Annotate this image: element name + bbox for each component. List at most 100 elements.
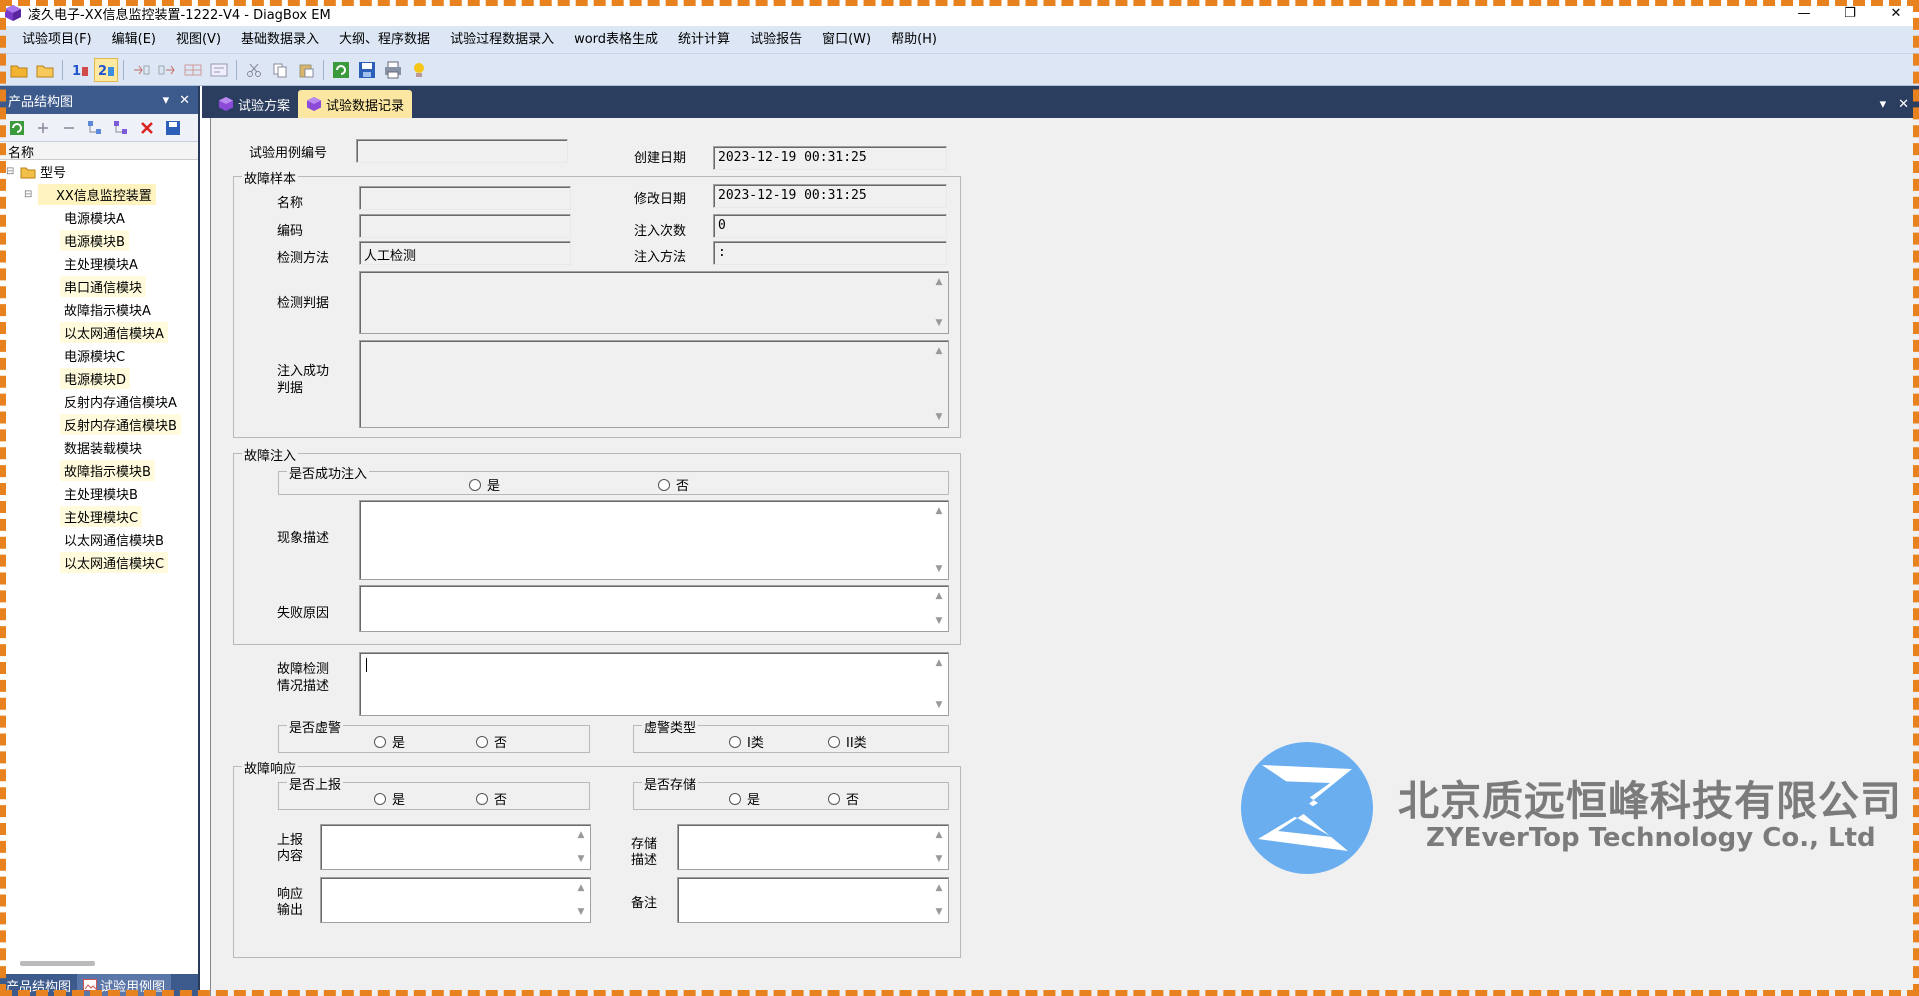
vertical-scrollbar[interactable]: ▲ ▼ xyxy=(931,587,947,630)
vertical-scrollbar[interactable]: ▲ ▼ xyxy=(573,826,589,868)
paste-icon[interactable] xyxy=(294,58,318,82)
radio-button[interactable] xyxy=(729,735,741,748)
radio-button[interactable] xyxy=(828,735,840,748)
tree-node-module[interactable]: 电源模块B xyxy=(0,229,198,252)
close-button[interactable]: ✕ xyxy=(1873,0,1919,26)
radio-button[interactable] xyxy=(729,792,741,805)
menu-statistics[interactable]: 统计计算 xyxy=(668,26,740,54)
save-icon[interactable] xyxy=(355,58,379,82)
tree-node-device[interactable]: ⊟ XX信息监控装置 xyxy=(0,183,198,206)
minimize-button[interactable]: — xyxy=(1781,0,1827,26)
refresh-icon[interactable] xyxy=(5,116,29,140)
tree-node-module[interactable]: 故障指示模块B xyxy=(0,459,198,482)
inject-success-textarea[interactable]: ▲ ▼ xyxy=(359,340,949,428)
store-desc-textarea[interactable]: ▲ ▼ xyxy=(677,824,949,870)
dropdown-icon[interactable]: ▾ xyxy=(163,93,170,108)
tab-close-icon[interactable]: ✕ xyxy=(1898,97,1909,112)
lightbulb-icon[interactable] xyxy=(407,58,431,82)
menu-help[interactable]: 帮助(H) xyxy=(881,26,947,54)
report-yes-radio[interactable]: 是 xyxy=(374,789,405,808)
insert-after-icon[interactable] xyxy=(155,58,179,82)
menu-window[interactable]: 窗口(W) xyxy=(812,26,881,54)
inject-success-yes-radio[interactable]: 是 xyxy=(469,475,500,494)
remark-textarea[interactable]: ▲ ▼ xyxy=(677,877,949,923)
detect-method-field[interactable]: 人工检测 xyxy=(359,241,571,265)
view-one-icon[interactable]: 1 xyxy=(68,58,92,82)
tree-node-module[interactable]: 串口通信模块 xyxy=(0,275,198,298)
inject-success-no-radio[interactable]: 否 xyxy=(658,475,689,494)
name-field[interactable] xyxy=(359,186,571,210)
refresh-icon[interactable] xyxy=(329,58,353,82)
vertical-scrollbar[interactable]: ▲ ▼ xyxy=(931,342,947,426)
cut-icon[interactable] xyxy=(242,58,266,82)
view-two-icon[interactable]: 2 xyxy=(94,57,118,82)
menu-test-report[interactable]: 试验报告 xyxy=(740,26,812,54)
store-yes-radio[interactable]: 是 xyxy=(729,789,760,808)
detect-criteria-textarea[interactable]: ▲ ▼ xyxy=(359,271,949,334)
table-icon[interactable] xyxy=(181,58,205,82)
modify-date-field[interactable]: 2023-12-19 00:31:25 xyxy=(713,184,947,208)
restore-button[interactable]: ❐ xyxy=(1827,0,1873,26)
tree-node-module[interactable]: 电源模块A xyxy=(0,206,198,229)
form-icon[interactable] xyxy=(207,58,231,82)
tree-node-module[interactable]: 主处理模块C xyxy=(0,505,198,528)
menu-basic-data[interactable]: 基础数据录入 xyxy=(231,26,329,54)
vertical-scrollbar[interactable]: ▲ ▼ xyxy=(931,654,947,714)
radio-button[interactable] xyxy=(374,792,386,805)
tab-product-structure[interactable]: 产品结构图 xyxy=(0,974,77,996)
tree-node-module[interactable]: 主处理模块B xyxy=(0,482,198,505)
radio-button[interactable] xyxy=(469,478,481,491)
tab-list-dropdown-icon[interactable]: ▾ xyxy=(1880,97,1887,112)
save-icon[interactable] xyxy=(161,116,185,140)
radio-button[interactable] xyxy=(658,478,670,491)
fail-reason-textarea[interactable]: ▲ ▼ xyxy=(359,585,949,632)
response-output-textarea[interactable]: ▲ ▼ xyxy=(320,877,591,923)
tree-node-module[interactable]: 故障指示模块A xyxy=(0,298,198,321)
tree-node-module[interactable]: 电源模块D xyxy=(0,367,198,390)
false-alarm-yes-radio[interactable]: 是 xyxy=(374,732,405,751)
vertical-scrollbar[interactable]: ▲ ▼ xyxy=(573,879,589,921)
detection-desc-textarea[interactable]: ▲ ▼ xyxy=(359,652,949,716)
create-date-field[interactable]: 2023-12-19 00:31:25 xyxy=(713,146,947,170)
radio-button[interactable] xyxy=(374,735,386,748)
tree-node-module[interactable]: 反射内存通信模块A xyxy=(0,390,198,413)
inject-count-field[interactable]: 0 xyxy=(713,214,947,238)
menu-outline-program[interactable]: 大纲、程序数据 xyxy=(329,26,440,54)
tree-node-module[interactable]: 以太网通信模块C xyxy=(0,551,198,574)
menu-process-data[interactable]: 试验过程数据录入 xyxy=(440,26,564,54)
report-content-textarea[interactable]: ▲ ▼ xyxy=(320,824,591,870)
tree-node-module[interactable]: 数据装载模块 xyxy=(0,436,198,459)
false-alarm-no-radio[interactable]: 否 xyxy=(476,732,507,751)
remove-icon[interactable] xyxy=(57,116,81,140)
tree-node-module[interactable]: 以太网通信模块B xyxy=(0,528,198,551)
phenomenon-textarea[interactable]: ▲ ▼ xyxy=(359,500,949,580)
tree-node-module[interactable]: 以太网通信模块A xyxy=(0,321,198,344)
menu-test-project[interactable]: 试验项目(F) xyxy=(12,26,102,54)
tree-node-root[interactable]: ⊟ 型号 xyxy=(0,160,198,183)
radio-button[interactable] xyxy=(476,792,488,805)
menu-edit[interactable]: 编辑(E) xyxy=(102,26,166,54)
panel-close-icon[interactable]: ✕ xyxy=(179,93,190,108)
collapse-icon[interactable]: ⊟ xyxy=(6,166,20,177)
radio-button[interactable] xyxy=(828,792,840,805)
inject-method-field[interactable]: : xyxy=(713,241,947,265)
case-no-field[interactable] xyxy=(356,139,568,163)
tab-test-case[interactable]: 试验用例图 xyxy=(77,974,172,996)
tab-test-data-record[interactable]: 试验数据记录 xyxy=(298,90,413,118)
code-field[interactable] xyxy=(359,214,571,238)
vertical-scrollbar[interactable]: ▲ ▼ xyxy=(931,826,947,868)
copy-icon[interactable] xyxy=(268,58,292,82)
vertical-scrollbar[interactable]: ▲ ▼ xyxy=(931,502,947,578)
report-no-radio[interactable]: 否 xyxy=(476,789,507,808)
folder-icon[interactable] xyxy=(33,58,57,82)
print-icon[interactable] xyxy=(381,58,405,82)
vertical-scrollbar[interactable]: ▲ ▼ xyxy=(931,273,947,332)
add-child-icon[interactable] xyxy=(83,116,107,140)
vertical-scrollbar[interactable]: ▲ ▼ xyxy=(931,879,947,921)
add-icon[interactable] xyxy=(31,116,55,140)
insert-before-icon[interactable] xyxy=(129,58,153,82)
menu-word-table[interactable]: word表格生成 xyxy=(564,26,668,54)
tree-node-module[interactable]: 电源模块C xyxy=(0,344,198,367)
tab-test-plan[interactable]: 试验方案 xyxy=(210,90,298,118)
delete-icon[interactable] xyxy=(135,116,159,140)
